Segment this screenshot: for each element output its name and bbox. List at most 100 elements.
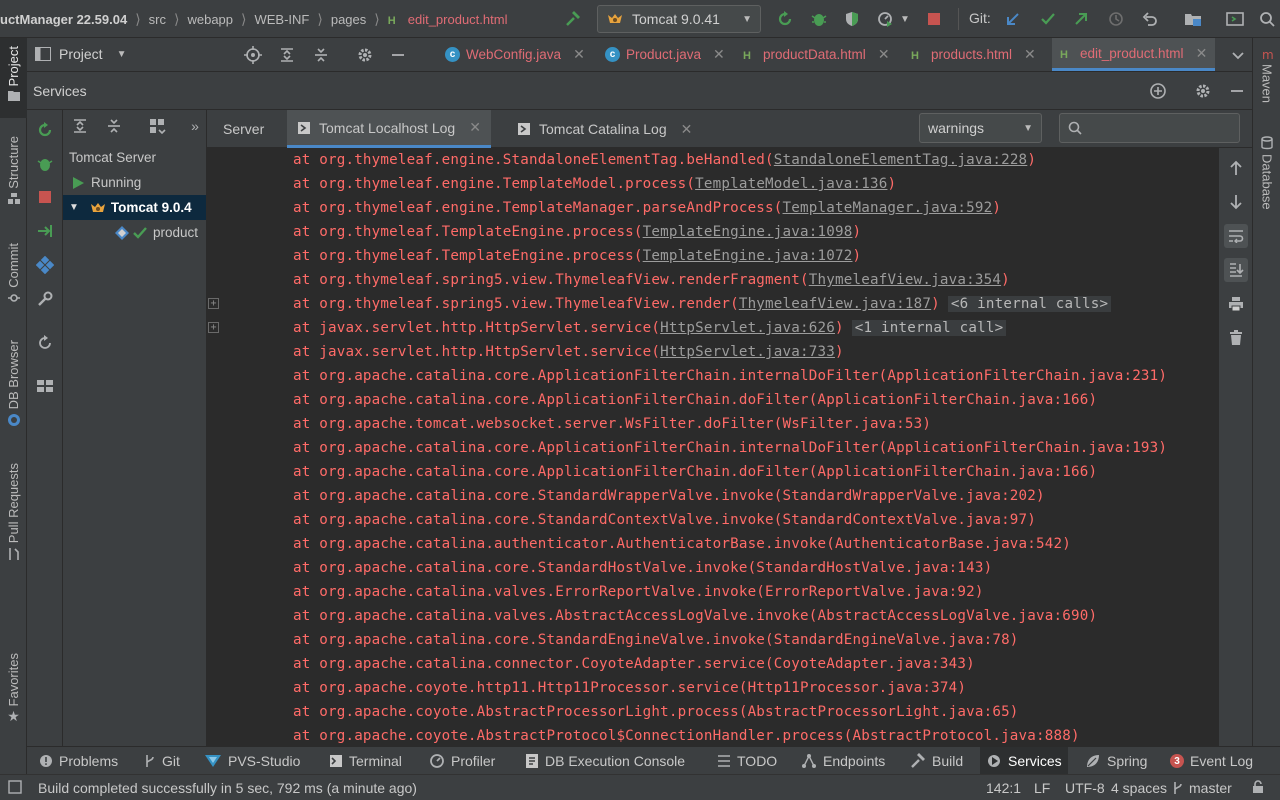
arrow-up-icon[interactable]: [1224, 156, 1248, 180]
log-search-input[interactable]: [1088, 120, 1228, 136]
tree-item-artifact[interactable]: product: [63, 220, 206, 245]
stripe-tab-maven[interactable]: m Maven: [1253, 48, 1280, 118]
more-chevron-icon[interactable]: »: [185, 113, 205, 139]
stripe-tab-project[interactable]: Project: [0, 38, 27, 118]
source-link[interactable]: TemplateModel.java:136: [695, 176, 887, 192]
tool-tab-profiler[interactable]: Profiler: [429, 747, 495, 775]
breadcrumb-current-file[interactable]: edit_product.html: [408, 12, 508, 27]
tab-server[interactable]: Server: [213, 110, 274, 148]
close-icon[interactable]: ✕: [573, 46, 585, 63]
coverage-icon[interactable]: [839, 6, 865, 32]
debug-bug-icon[interactable]: [34, 153, 56, 175]
tool-tab-build[interactable]: Build: [910, 747, 963, 775]
tool-tab-terminal[interactable]: Terminal: [329, 747, 402, 775]
rollback-icon[interactable]: [1137, 6, 1163, 32]
stop-icon[interactable]: [34, 186, 56, 208]
refresh-icon[interactable]: [34, 332, 56, 354]
group-services-icon[interactable]: [34, 254, 56, 276]
expand-all-icon[interactable]: [274, 42, 300, 68]
expand-all-icon[interactable]: [67, 113, 93, 139]
git-push-icon[interactable]: [1068, 6, 1094, 32]
tool-tab-pvs-studio[interactable]: PVS-Studio: [204, 747, 300, 775]
locate-file-icon[interactable]: [240, 42, 266, 68]
deploy-icon[interactable]: [34, 220, 56, 242]
tool-tab-git[interactable]: Git: [144, 747, 180, 775]
indent-setting[interactable]: 4 spaces: [1111, 780, 1167, 796]
rerun-icon[interactable]: [772, 6, 798, 32]
tree-item-tomcat-server[interactable]: Tomcat Server: [63, 145, 206, 170]
source-link[interactable]: TemplateManager.java:592: [783, 200, 993, 216]
editor-tab-products-html[interactable]: H products.html ✕: [903, 38, 1044, 71]
layout-icon[interactable]: [34, 375, 56, 397]
close-icon[interactable]: ✕: [1024, 46, 1036, 63]
stripe-tab-database[interactable]: Database: [1253, 136, 1280, 226]
git-branch-widget[interactable]: master: [1172, 780, 1232, 796]
close-icon[interactable]: ✕: [878, 46, 890, 63]
soft-wrap-icon[interactable]: [1224, 224, 1248, 248]
tree-item-running[interactable]: Running: [63, 170, 206, 195]
minimize-icon[interactable]: [385, 42, 411, 68]
project-structure-icon[interactable]: [1180, 6, 1206, 32]
stripe-tab-pull-requests[interactable]: Pull Requests: [0, 463, 27, 588]
collapse-all-icon[interactable]: [308, 42, 334, 68]
caret-position[interactable]: 142:1: [986, 780, 1021, 796]
arrow-down-icon[interactable]: [1224, 190, 1248, 214]
run-anything-icon[interactable]: [1222, 6, 1248, 32]
tool-tab-problems[interactable]: Problems: [39, 747, 118, 775]
close-icon[interactable]: ✕: [713, 46, 725, 63]
editor-tab-webconfig-java[interactable]: c WebConfig.java ✕: [437, 38, 593, 71]
log-output[interactable]: at org.thymeleaf.engine.StandaloneElemen…: [207, 148, 1218, 746]
group-by-icon[interactable]: [145, 113, 171, 139]
breadcrumb-pages[interactable]: pages: [331, 12, 366, 27]
git-update-icon[interactable]: [1000, 6, 1026, 32]
wrench-icon[interactable]: [34, 288, 56, 310]
breadcrumb-project[interactable]: uctManager 22.59.04: [0, 12, 127, 27]
tool-tab-endpoints[interactable]: Endpoints: [801, 747, 885, 775]
collapse-all-icon[interactable]: [101, 113, 127, 139]
gear-icon[interactable]: [1190, 78, 1216, 104]
log-search-box[interactable]: [1059, 113, 1240, 143]
source-link[interactable]: HttpServlet.java:626: [660, 320, 835, 336]
editor-tab-product-java[interactable]: c Product.java ✕: [597, 38, 733, 71]
close-icon[interactable]: ✕: [681, 121, 693, 138]
editor-tab-productdata-html[interactable]: H productData.html ✕: [735, 38, 898, 71]
toggle-tool-windows-icon[interactable]: [8, 780, 22, 794]
minimize-icon[interactable]: [1224, 78, 1250, 104]
tool-tab-spring[interactable]: Spring: [1085, 747, 1147, 775]
tab-tomcat-catalina-log[interactable]: Tomcat Catalina Log ✕: [507, 110, 702, 148]
fold-expand-icon[interactable]: +: [208, 298, 219, 309]
tool-tab-db-execution-console[interactable]: DB Execution Console: [525, 747, 685, 775]
source-link[interactable]: TemplateEngine.java:1098: [643, 224, 853, 240]
log-level-filter-select[interactable]: warnings ▼: [919, 113, 1042, 143]
show-hidden-tabs-icon[interactable]: [1225, 42, 1251, 68]
tab-tomcat-localhost-log[interactable]: Tomcat Localhost Log ✕: [287, 110, 491, 148]
lock-icon[interactable]: [1252, 780, 1264, 794]
build-hammer-icon[interactable]: [560, 6, 586, 32]
tool-tab-services[interactable]: Services: [980, 747, 1068, 775]
stripe-tab-db-browser[interactable]: DB Browser: [0, 340, 27, 450]
stop-icon[interactable]: [921, 6, 947, 32]
breadcrumb-webapp[interactable]: webapp: [187, 12, 233, 27]
source-link[interactable]: HttpServlet.java:733: [660, 344, 835, 360]
tree-item-tomcat-instance[interactable]: ▼ Tomcat 9.0.4: [63, 195, 206, 220]
project-view-selector[interactable]: Project ▼: [35, 46, 126, 62]
internal-calls-fold[interactable]: <1 internal call>: [851, 320, 1007, 336]
close-icon[interactable]: ✕: [469, 119, 481, 136]
gear-icon[interactable]: [352, 42, 378, 68]
line-separator[interactable]: LF: [1034, 780, 1050, 796]
tool-tab-todo[interactable]: TODO: [717, 747, 777, 775]
stripe-tab-commit[interactable]: Commit: [0, 243, 27, 323]
search-everywhere-icon[interactable]: [1254, 6, 1280, 32]
git-commit-check-icon[interactable]: [1035, 6, 1061, 32]
tool-tab-event-log[interactable]: 3 Event Log: [1170, 747, 1253, 775]
source-link[interactable]: ThymeleafView.java:187: [739, 296, 931, 312]
file-encoding[interactable]: UTF-8: [1065, 780, 1105, 796]
profile-icon[interactable]: [872, 6, 898, 32]
stripe-tab-favorites[interactable]: Favorites ★: [0, 653, 27, 738]
scroll-to-end-icon[interactable]: [1224, 258, 1248, 282]
internal-calls-fold[interactable]: <6 internal calls>: [947, 296, 1112, 312]
print-icon[interactable]: [1224, 292, 1248, 316]
stripe-tab-structure[interactable]: Structure: [0, 136, 27, 226]
run-configuration-select[interactable]: Tomcat 9.0.41 ▼: [597, 5, 761, 33]
chevron-down-icon[interactable]: ▼: [896, 6, 914, 32]
